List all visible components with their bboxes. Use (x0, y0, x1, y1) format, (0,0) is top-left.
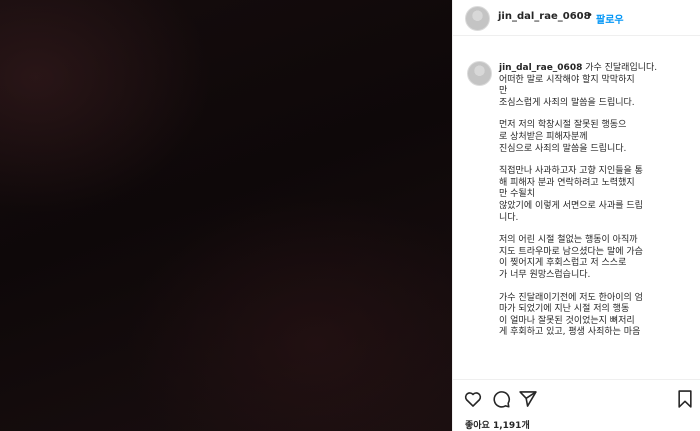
comments-area[interactable]: jin_dal_rae_0608 가수 진달래입니다. 어떠한 말로 시작해야 … (453, 37, 700, 379)
post-side-panel: jin_dal_rae_0608 • 팔로우 jin_dal_rae_0608 … (452, 0, 700, 431)
comment-icon[interactable] (491, 389, 511, 409)
bookmark-icon[interactable] (675, 389, 695, 409)
post-header: jin_dal_rae_0608 • 팔로우 (453, 0, 700, 36)
share-icon[interactable] (518, 389, 538, 409)
caption-paragraph: 직접만나 사과하고자 고향 지인들을 통 해 피해자 분과 연락하려고 노력했지… (499, 166, 643, 223)
post-caption: jin_dal_rae_0608 가수 진달래입니다. 어떠한 말로 시작해야 … (499, 63, 695, 339)
caption-avatar[interactable] (467, 61, 492, 86)
post-image[interactable] (0, 0, 452, 431)
follow-button[interactable]: 팔로우 (596, 11, 624, 26)
caption-username[interactable]: jin_dal_rae_0608 (499, 63, 582, 73)
caption-paragraph: 가수 진달래이기전에 저도 한아이의 엄 마가 되었기에 지난 시절 저의 행동… (499, 292, 643, 338)
caption-paragraph: 먼저 저의 학창시절 잘못된 행동으 로 상처받은 피해자분께 진심으로 사죄의… (499, 120, 627, 154)
username-link[interactable]: jin_dal_rae_0608 (498, 11, 591, 22)
action-bar: 좋아요 1,191개 (453, 379, 700, 431)
like-count[interactable]: 좋아요 1,191개 (465, 418, 530, 431)
caption-paragraph: 저의 어린 시절 철없는 행동이 아직까 지도 트라우마로 남으셨다는 말에 가… (499, 235, 643, 280)
heart-icon[interactable] (463, 389, 483, 409)
avatar[interactable] (465, 6, 490, 31)
separator-dot: • (587, 10, 593, 21)
